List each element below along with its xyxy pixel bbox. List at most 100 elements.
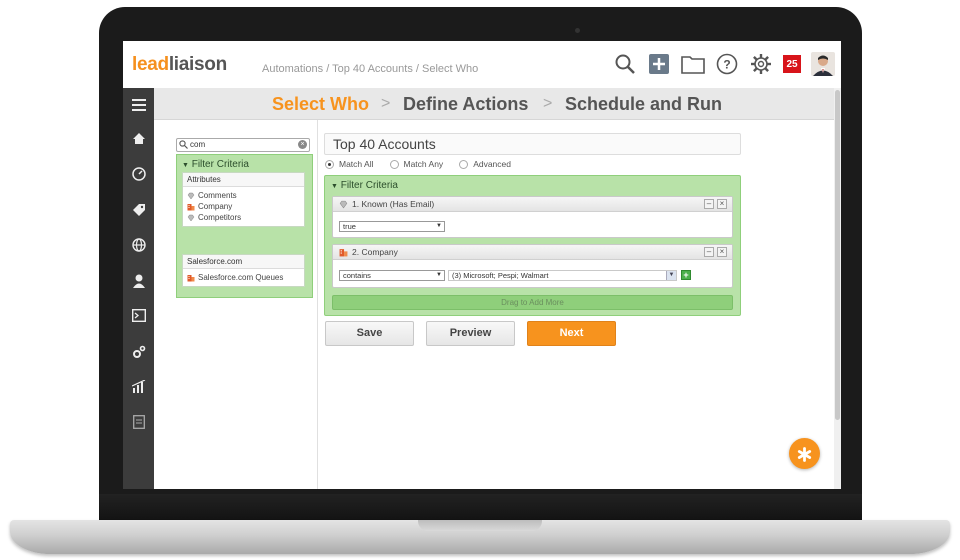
gem-icon xyxy=(187,192,195,199)
preview-button[interactable]: Preview xyxy=(426,321,515,346)
match-options: Match All Match Any Advanced xyxy=(325,157,625,171)
close-icon[interactable]: × xyxy=(717,199,727,209)
drag-to-add-area[interactable]: Drag to Add More xyxy=(332,295,733,310)
breadcrumb: Automations / Top 40 Accounts / Select W… xyxy=(262,63,479,75)
camera xyxy=(575,28,580,33)
radio-advanced[interactable]: Advanced xyxy=(459,157,511,171)
home-icon[interactable] xyxy=(130,130,147,147)
asterisk-icon xyxy=(797,447,812,462)
operator-select[interactable]: contains ▼ xyxy=(339,270,445,281)
attribute-label: Competitors xyxy=(198,213,242,222)
step-schedule-and-run[interactable]: Schedule and Run xyxy=(565,94,722,115)
building-icon xyxy=(339,248,348,256)
app-screen: leadliaison Automations / Top 40 Account… xyxy=(123,41,841,489)
radio-label: Match All xyxy=(339,159,374,169)
clear-icon[interactable]: × xyxy=(298,140,307,149)
radio-label: Advanced xyxy=(473,159,511,169)
select-value: contains xyxy=(343,271,371,280)
attribute-panel: com × ▼ Filter Criteria Attributes Comme… xyxy=(154,120,318,489)
criteria-row-header: 1. Known (Has Email) – × xyxy=(333,197,732,212)
attribute-item[interactable]: Salesforce.com Queues xyxy=(183,272,304,283)
group-title: Attributes xyxy=(183,173,304,187)
attribute-item[interactable]: Competitors xyxy=(183,212,304,223)
automation-name-input[interactable]: Top 40 Accounts xyxy=(324,133,741,155)
laptop-notch xyxy=(418,520,542,531)
criteria-title: 2. Company xyxy=(352,247,398,257)
filter-criteria-header[interactable]: ▼ Filter Criteria xyxy=(331,180,398,191)
attribute-item[interactable]: Comments xyxy=(183,190,304,201)
chevron-right-icon: > xyxy=(543,95,553,112)
search-icon xyxy=(179,140,188,149)
attribute-label: Company xyxy=(198,202,233,211)
caret-down-icon: ▼ xyxy=(666,271,676,280)
attribute-label: Salesforce.com Queues xyxy=(198,273,284,282)
wizard-steps: Select Who > Define Actions > Schedule a… xyxy=(154,88,834,120)
step-select-who[interactable]: Select Who xyxy=(272,94,369,115)
avatar[interactable] xyxy=(811,52,835,76)
criteria-row: 2. Company – × contains ▼ (3) Microsoft; … xyxy=(332,244,733,288)
help-icon[interactable]: ? xyxy=(715,52,739,76)
add-icon[interactable] xyxy=(647,52,671,76)
scrollbar-thumb[interactable] xyxy=(835,90,840,420)
radio-icon xyxy=(389,159,399,169)
filter-criteria-tree: ▼ Filter Criteria Attributes Comments Co… xyxy=(176,154,313,298)
caret-down-icon: ▼ xyxy=(182,162,189,169)
notification-badge[interactable]: 25 xyxy=(783,55,801,73)
gem-icon xyxy=(187,214,195,221)
attribute-search-input[interactable]: com × xyxy=(176,138,310,152)
value-select[interactable]: (3) Microsoft; Pespi; Walmart ▼ xyxy=(448,270,677,281)
minimize-icon[interactable]: – xyxy=(704,199,714,209)
svg-text:?: ? xyxy=(723,58,730,72)
caret-down-icon: ▼ xyxy=(436,223,442,229)
filter-criteria-panel: ▼ Filter Criteria 1. Known (Has Email) –… xyxy=(324,175,741,316)
terminal-icon[interactable] xyxy=(130,307,147,324)
attribute-label: Comments xyxy=(198,191,237,200)
step-define-actions[interactable]: Define Actions xyxy=(403,94,528,115)
building-icon xyxy=(187,203,195,210)
criteria-title: 1. Known (Has Email) xyxy=(352,199,435,209)
gear-icon[interactable] xyxy=(749,52,773,76)
operator-select[interactable]: true ▼ xyxy=(339,221,445,232)
filter-criteria-label: Filter Criteria xyxy=(340,180,398,191)
criteria-row: 1. Known (Has Email) – × true ▼ xyxy=(332,196,733,238)
radio-match-all[interactable]: Match All xyxy=(325,157,374,171)
header-icons: ? 25 xyxy=(613,51,835,77)
radio-label: Match Any xyxy=(403,159,444,169)
close-icon[interactable]: × xyxy=(717,247,727,257)
tag-icon[interactable] xyxy=(130,201,147,218)
search-icon[interactable] xyxy=(613,52,637,76)
save-button[interactable]: Save xyxy=(325,321,414,346)
minimize-icon[interactable]: – xyxy=(704,247,714,257)
logo-liaison: liaison xyxy=(168,54,227,75)
attributes-group: Attributes Comments Company Competitors xyxy=(182,172,305,227)
radio-match-any[interactable]: Match Any xyxy=(389,157,444,171)
select-value: (3) Microsoft; Pespi; Walmart xyxy=(452,271,549,280)
report-icon[interactable] xyxy=(130,413,147,430)
next-button[interactable]: Next xyxy=(527,321,616,346)
chart-icon[interactable] xyxy=(130,378,147,395)
logo[interactable]: leadliaison xyxy=(132,54,227,76)
chevron-right-icon: > xyxy=(381,95,391,112)
top-bar: leadliaison Automations / Top 40 Account… xyxy=(123,41,841,88)
search-value: com xyxy=(190,140,206,149)
select-value: true xyxy=(343,222,356,231)
radio-icon xyxy=(459,159,469,169)
menu-icon[interactable] xyxy=(130,96,147,113)
attribute-item[interactable]: Company xyxy=(183,201,304,212)
folder-icon[interactable] xyxy=(681,52,705,76)
caret-down-icon: ▼ xyxy=(331,183,338,190)
add-value-button[interactable]: + xyxy=(681,270,691,280)
radio-selected-icon xyxy=(325,159,334,169)
caret-down-icon: ▼ xyxy=(436,272,442,278)
dashboard-icon[interactable] xyxy=(130,165,147,182)
globe-icon[interactable] xyxy=(130,236,147,253)
salesforce-group: Salesforce.com Salesforce.com Queues xyxy=(182,254,305,287)
group-title: Salesforce.com xyxy=(183,255,304,269)
floating-action-button[interactable] xyxy=(789,438,820,469)
criteria-row-header: 2. Company – × xyxy=(333,245,732,260)
sidebar xyxy=(123,88,154,489)
settings-icon[interactable] xyxy=(130,343,147,360)
user-icon[interactable] xyxy=(130,272,147,289)
scrollbar[interactable] xyxy=(834,88,841,489)
filter-criteria-header[interactable]: ▼ Filter Criteria xyxy=(182,159,249,170)
